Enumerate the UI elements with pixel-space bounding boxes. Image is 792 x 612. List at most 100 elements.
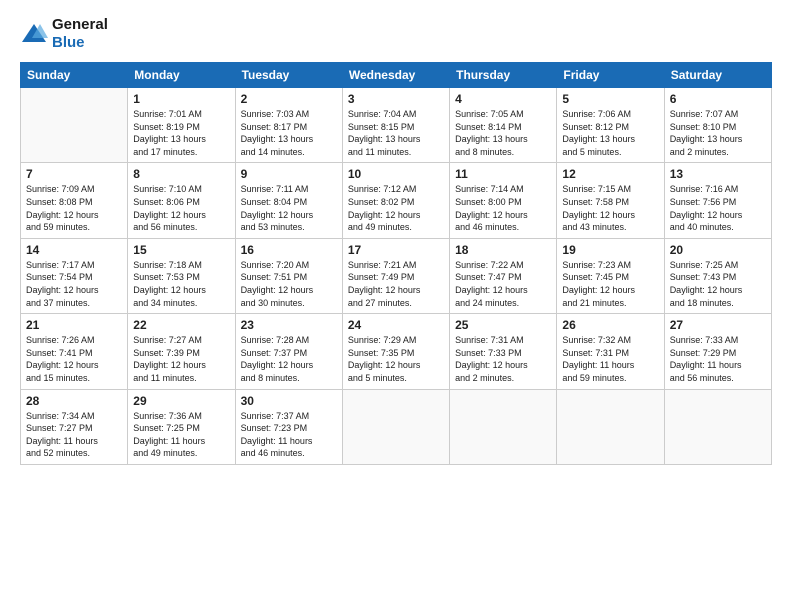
day-number: 7 (26, 167, 122, 181)
day-info: Sunrise: 7:04 AMSunset: 8:15 PMDaylight:… (348, 108, 444, 158)
calendar-cell: 18Sunrise: 7:22 AMSunset: 7:47 PMDayligh… (450, 238, 557, 313)
calendar-day-header: Tuesday (235, 63, 342, 88)
day-info: Sunrise: 7:26 AMSunset: 7:41 PMDaylight:… (26, 334, 122, 384)
calendar-cell: 14 Sunrise: 7:17 AMSunset: 7:54 PMDayligh… (21, 238, 128, 313)
day-number: 25 (455, 318, 551, 332)
calendar-cell: 3 Sunrise: 7:04 AMSunset: 8:15 PMDaylight… (342, 88, 449, 163)
calendar-cell (557, 389, 664, 464)
calendar-day-header: Wednesday (342, 63, 449, 88)
day-number: 28 (26, 394, 122, 408)
day-info: Sunrise: 7:10 AMSunset: 8:06 PMDaylight:… (133, 183, 229, 233)
day-number: 16 (241, 243, 337, 257)
day-number: 1 (133, 92, 229, 106)
day-info: Sunrise: 7:36 AMSunset: 7:25 PMDaylight:… (133, 410, 229, 460)
day-number: 17 (348, 243, 444, 257)
day-info: Sunrise: 7:20 AMSunset: 7:51 PMDaylight:… (241, 259, 337, 309)
day-number: 30 (241, 394, 337, 408)
calendar-cell: 23 Sunrise: 7:28 AMSunset: 7:37 PMDayligh… (235, 314, 342, 389)
day-info: Sunrise: 7:09 AMSunset: 8:08 PMDaylight:… (26, 183, 122, 233)
day-number: 15 (133, 243, 229, 257)
day-number: 11 (455, 167, 551, 181)
logo-text: General Blue (52, 16, 108, 52)
calendar-cell: 26 Sunrise: 7:32 AMSunset: 7:31 PMDayligh… (557, 314, 664, 389)
day-number: 24 (348, 318, 444, 332)
calendar-header-row: SundayMondayTuesdayWednesdayThursdayFrid… (21, 63, 772, 88)
calendar-cell: 28Sunrise: 7:34 AMSunset: 7:27 PMDayligh… (21, 389, 128, 464)
day-info: Sunrise: 7:12 AMSunset: 8:02 PMDaylight:… (348, 183, 444, 233)
calendar-cell: 22 Sunrise: 7:27 AMSunset: 7:39 PMDayligh… (128, 314, 235, 389)
day-info: Sunrise: 7:16 AMSunset: 7:56 PMDaylight:… (670, 183, 766, 233)
calendar-cell: 4Sunrise: 7:05 AMSunset: 8:14 PMDaylight… (450, 88, 557, 163)
day-number: 2 (241, 92, 337, 106)
calendar-cell: 20Sunrise: 7:25 AMSunset: 7:43 PMDayligh… (664, 238, 771, 313)
calendar-cell (342, 389, 449, 464)
calendar-cell: 27Sunrise: 7:33 AMSunset: 7:29 PMDayligh… (664, 314, 771, 389)
day-number: 12 (562, 167, 658, 181)
day-info: Sunrise: 7:17 AMSunset: 7:54 PMDaylight:… (26, 259, 122, 309)
day-number: 9 (241, 167, 337, 181)
day-info: Sunrise: 7:01 AMSunset: 8:19 PMDaylight:… (133, 108, 229, 158)
day-info: Sunrise: 7:37 AMSunset: 7:23 PMDaylight:… (241, 410, 337, 460)
calendar-cell (21, 88, 128, 163)
calendar-cell: 29Sunrise: 7:36 AMSunset: 7:25 PMDayligh… (128, 389, 235, 464)
calendar-cell: 5 Sunrise: 7:06 AMSunset: 8:12 PMDaylight… (557, 88, 664, 163)
calendar-cell: 17 Sunrise: 7:21 AMSunset: 7:49 PMDayligh… (342, 238, 449, 313)
page: General Blue SundayMondayTuesdayWednesda… (0, 0, 792, 612)
calendar-week-row: 7 Sunrise: 7:09 AMSunset: 8:08 PMDaylight… (21, 163, 772, 238)
day-info: Sunrise: 7:06 AMSunset: 8:12 PMDaylight:… (562, 108, 658, 158)
calendar-cell: 19 Sunrise: 7:23 AMSunset: 7:45 PMDayligh… (557, 238, 664, 313)
day-number: 6 (670, 92, 766, 106)
day-number: 5 (562, 92, 658, 106)
day-info: Sunrise: 7:18 AMSunset: 7:53 PMDaylight:… (133, 259, 229, 309)
day-number: 21 (26, 318, 122, 332)
day-number: 13 (670, 167, 766, 181)
calendar-day-header: Monday (128, 63, 235, 88)
day-number: 22 (133, 318, 229, 332)
calendar-cell: 21 Sunrise: 7:26 AMSunset: 7:41 PMDayligh… (21, 314, 128, 389)
calendar-cell: 9Sunrise: 7:11 AMSunset: 8:04 PMDaylight… (235, 163, 342, 238)
day-number: 23 (241, 318, 337, 332)
day-number: 27 (670, 318, 766, 332)
calendar-cell: 13 Sunrise: 7:16 AMSunset: 7:56 PMDayligh… (664, 163, 771, 238)
day-info: Sunrise: 7:29 AMSunset: 7:35 PMDaylight:… (348, 334, 444, 384)
calendar-cell: 6 Sunrise: 7:07 AMSunset: 8:10 PMDaylight… (664, 88, 771, 163)
calendar-cell: 15 Sunrise: 7:18 AMSunset: 7:53 PMDayligh… (128, 238, 235, 313)
day-info: Sunrise: 7:03 AMSunset: 8:17 PMDaylight:… (241, 108, 337, 158)
day-number: 10 (348, 167, 444, 181)
calendar-day-header: Sunday (21, 63, 128, 88)
calendar-cell: 8 Sunrise: 7:10 AMSunset: 8:06 PMDaylight… (128, 163, 235, 238)
day-info: Sunrise: 7:32 AMSunset: 7:31 PMDaylight:… (562, 334, 658, 384)
day-number: 3 (348, 92, 444, 106)
day-number: 20 (670, 243, 766, 257)
day-number: 8 (133, 167, 229, 181)
logo-icon (20, 22, 48, 46)
day-info: Sunrise: 7:14 AMSunset: 8:00 PMDaylight:… (455, 183, 551, 233)
calendar-cell: 16 Sunrise: 7:20 AMSunset: 7:51 PMDayligh… (235, 238, 342, 313)
calendar-week-row: 21 Sunrise: 7:26 AMSunset: 7:41 PMDayligh… (21, 314, 772, 389)
day-info: Sunrise: 7:27 AMSunset: 7:39 PMDaylight:… (133, 334, 229, 384)
day-info: Sunrise: 7:28 AMSunset: 7:37 PMDaylight:… (241, 334, 337, 384)
logo: General Blue (20, 16, 108, 52)
day-info: Sunrise: 7:05 AMSunset: 8:14 PMDaylight:… (455, 108, 551, 158)
day-info: Sunrise: 7:31 AMSunset: 7:33 PMDaylight:… (455, 334, 551, 384)
day-number: 26 (562, 318, 658, 332)
header: General Blue (20, 16, 772, 52)
day-info: Sunrise: 7:21 AMSunset: 7:49 PMDaylight:… (348, 259, 444, 309)
calendar-week-row: 14 Sunrise: 7:17 AMSunset: 7:54 PMDayligh… (21, 238, 772, 313)
calendar-cell (450, 389, 557, 464)
calendar-week-row: 1 Sunrise: 7:01 AMSunset: 8:19 PMDaylight… (21, 88, 772, 163)
day-info: Sunrise: 7:22 AMSunset: 7:47 PMDaylight:… (455, 259, 551, 309)
calendar-week-row: 28Sunrise: 7:34 AMSunset: 7:27 PMDayligh… (21, 389, 772, 464)
day-number: 14 (26, 243, 122, 257)
calendar-day-header: Saturday (664, 63, 771, 88)
day-info: Sunrise: 7:07 AMSunset: 8:10 PMDaylight:… (670, 108, 766, 158)
calendar-cell: 10 Sunrise: 7:12 AMSunset: 8:02 PMDayligh… (342, 163, 449, 238)
calendar-cell: 24 Sunrise: 7:29 AMSunset: 7:35 PMDayligh… (342, 314, 449, 389)
calendar-cell (664, 389, 771, 464)
calendar-cell: 12Sunrise: 7:15 AMSunset: 7:58 PMDayligh… (557, 163, 664, 238)
calendar-table: SundayMondayTuesdayWednesdayThursdayFrid… (20, 62, 772, 465)
day-info: Sunrise: 7:23 AMSunset: 7:45 PMDaylight:… (562, 259, 658, 309)
day-number: 19 (562, 243, 658, 257)
calendar-cell: 1 Sunrise: 7:01 AMSunset: 8:19 PMDaylight… (128, 88, 235, 163)
calendar-cell: 11 Sunrise: 7:14 AMSunset: 8:00 PMDayligh… (450, 163, 557, 238)
